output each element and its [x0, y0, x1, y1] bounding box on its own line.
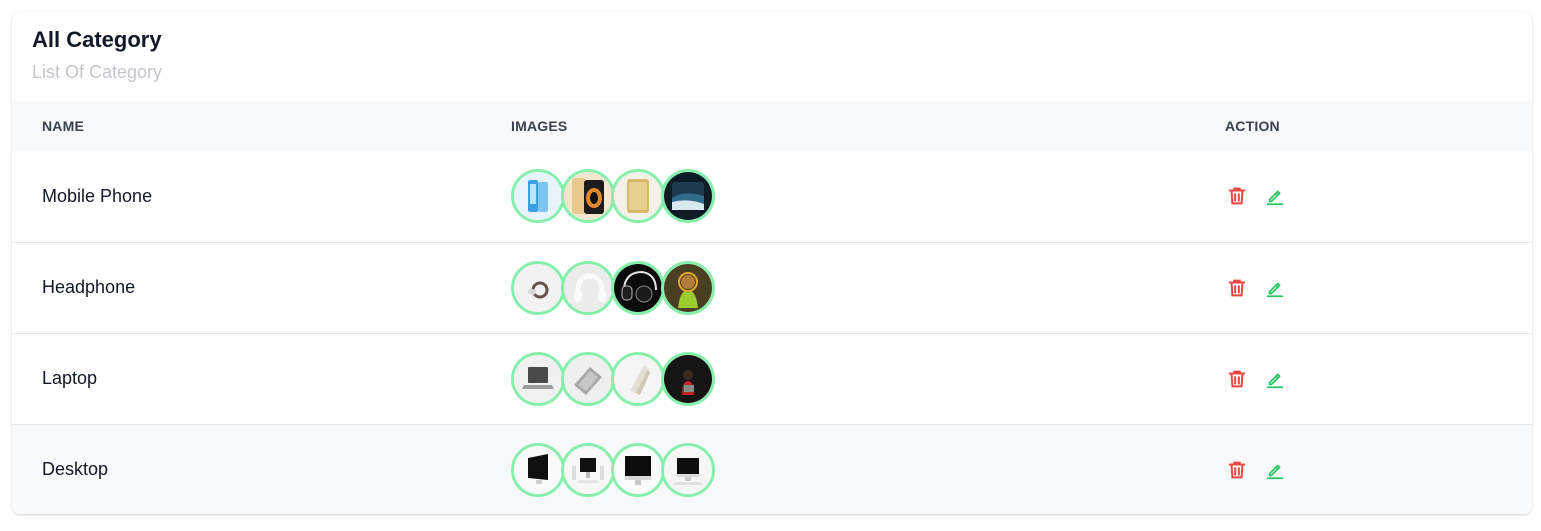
- thumbnail-image[interactable]: [611, 442, 665, 497]
- thumbnail-image[interactable]: [561, 442, 615, 497]
- page-title: All Category: [32, 27, 162, 52]
- row-actions: [1225, 367, 1532, 391]
- table-row: Headphone: [12, 241, 1532, 333]
- thumbnail-image[interactable]: [511, 351, 565, 406]
- thumbnail-image[interactable]: [561, 351, 615, 406]
- thumbnail-image[interactable]: [561, 260, 615, 315]
- category-name: Desktop: [12, 423, 511, 514]
- column-header-action: ACTION: [1225, 118, 1280, 134]
- category-name: Laptop: [12, 332, 511, 424]
- thumbnail-image[interactable]: [511, 442, 565, 497]
- category-name: Mobile Phone: [42, 185, 153, 206]
- page-subtitle: List Of Category: [32, 62, 163, 82]
- category-table: NAME IMAGES ACTION Mobile Phone Headphon…: [12, 101, 1532, 514]
- image-thumbnails: [511, 442, 1225, 497]
- pencil-icon[interactable]: [1263, 367, 1287, 391]
- row-actions: [1225, 276, 1532, 300]
- trash-icon[interactable]: [1225, 276, 1249, 300]
- thumbnail-image[interactable]: [661, 442, 715, 497]
- table-row: Desktop: [12, 423, 1532, 514]
- table-header-row: NAME IMAGES ACTION: [12, 101, 1532, 151]
- thumbnail-image[interactable]: [611, 169, 665, 224]
- trash-icon[interactable]: [1225, 184, 1249, 208]
- thumbnail-image[interactable]: [661, 169, 715, 224]
- table-row: Mobile Phone: [12, 151, 1532, 242]
- thumbnail-image[interactable]: [661, 260, 715, 315]
- image-thumbnails: [511, 169, 1225, 224]
- card-header: All Category List Of Category: [12, 12, 1532, 101]
- category-card: All Category List Of Category NAME IMAGE…: [12, 12, 1532, 514]
- trash-icon[interactable]: [1225, 367, 1249, 391]
- thumbnail-image[interactable]: [611, 260, 665, 315]
- thumbnail-image[interactable]: [661, 351, 715, 406]
- thumbnail-image[interactable]: [511, 260, 565, 315]
- row-actions: [1225, 184, 1532, 208]
- pencil-icon[interactable]: [1263, 458, 1287, 482]
- thumbnail-image[interactable]: [511, 169, 565, 224]
- thumbnail-image[interactable]: [561, 169, 615, 224]
- trash-icon[interactable]: [1225, 458, 1249, 482]
- row-actions: [1225, 458, 1532, 482]
- table-row: Laptop: [12, 332, 1532, 424]
- image-thumbnails: [511, 260, 1225, 315]
- pencil-icon[interactable]: [1263, 276, 1287, 300]
- column-header-images: IMAGES: [511, 118, 568, 134]
- pencil-icon[interactable]: [1263, 184, 1287, 208]
- category-name: Headphone: [12, 241, 511, 333]
- column-header-name: NAME: [42, 118, 85, 134]
- thumbnail-image[interactable]: [611, 351, 665, 406]
- image-thumbnails: [511, 351, 1225, 406]
